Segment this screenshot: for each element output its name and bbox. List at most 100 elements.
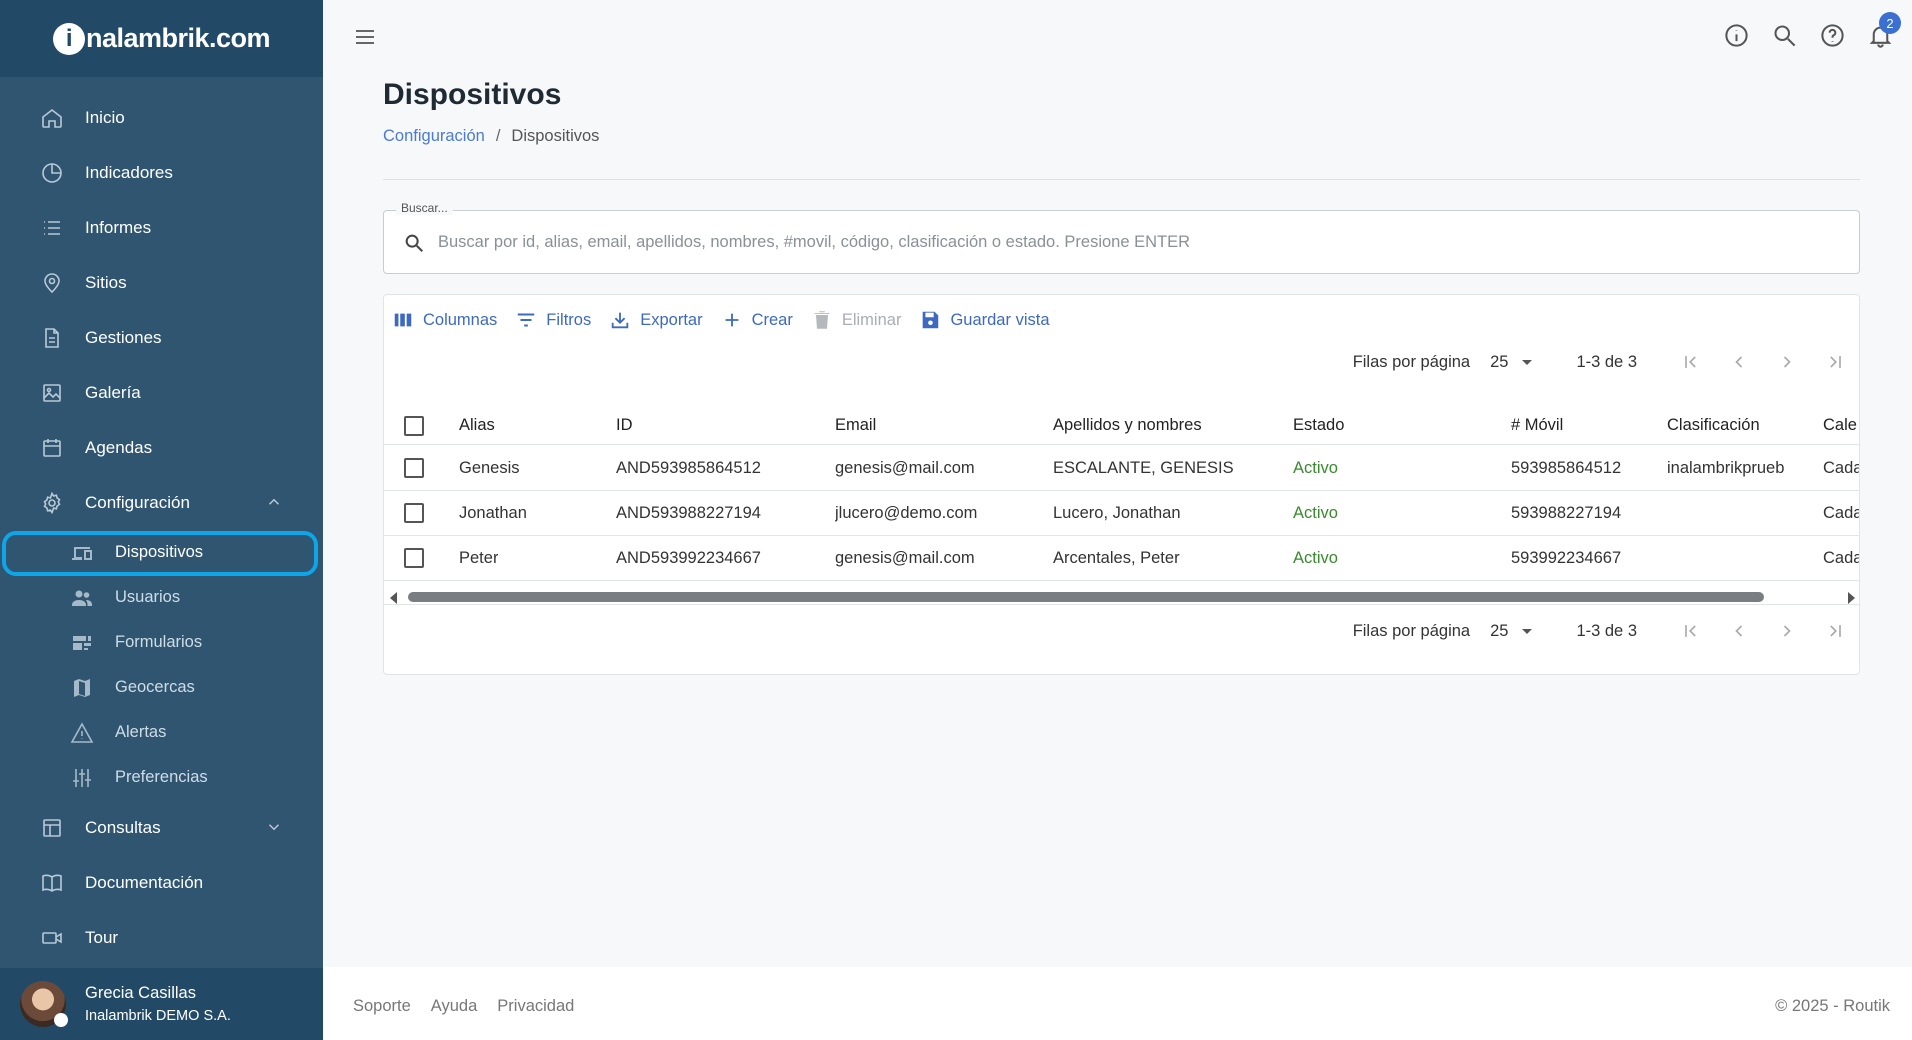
footer-link-privacidad[interactable]: Privacidad [497, 997, 574, 1016]
hamburger-menu-icon[interactable] [353, 25, 377, 49]
prev-page-icon[interactable] [1715, 347, 1763, 377]
column-header[interactable]: Estado [1293, 407, 1344, 444]
sidebar-item-label: Documentación [85, 872, 204, 892]
chevron-down-icon [265, 818, 283, 841]
sidebar-item-indicadores[interactable]: Indicadores [0, 145, 323, 200]
sidebar-item-label: Agendas [85, 437, 153, 457]
sidebar-item-inicio[interactable]: Inicio [0, 90, 323, 145]
divider [383, 179, 1860, 180]
cell-status: Activo [1293, 548, 1338, 567]
sidebar-item-galeria[interactable]: Galería [0, 365, 323, 420]
page-title: Dispositivos [383, 78, 562, 111]
table-row[interactable]: Genesis AND593985864512 genesis@mail.com… [384, 446, 1859, 491]
columns-button[interactable]: Columnas [392, 309, 497, 331]
sidebar-subitem-preferencias[interactable]: Preferencias [0, 755, 323, 800]
sidebar-item-tour[interactable]: Tour [0, 910, 323, 965]
sidebar-subitem-alertas[interactable]: Alertas [0, 710, 323, 755]
cell-alias: Peter [459, 548, 499, 567]
cell-classification: inalambrikprueb [1667, 458, 1785, 477]
breadcrumb: Configuración / Dispositivos [383, 127, 599, 146]
bell-icon[interactable]: 2 [1867, 12, 1901, 49]
column-header[interactable]: Clasificación [1667, 407, 1760, 444]
first-page-icon[interactable] [1667, 347, 1715, 377]
info-icon[interactable] [1723, 22, 1750, 49]
table-row[interactable]: Jonathan AND593988227194 jlucero@demo.co… [384, 491, 1859, 536]
footer-link-ayuda[interactable]: Ayuda [431, 997, 478, 1016]
sidebar-item-label: Inicio [85, 107, 125, 127]
last-page-icon[interactable] [1811, 616, 1859, 646]
cell-calendar: Cada [1823, 548, 1860, 567]
search-icon[interactable] [1771, 22, 1798, 49]
pie-chart-icon [40, 161, 64, 185]
columns-label: Columnas [423, 310, 498, 329]
cell-mobile: 593988227194 [1511, 503, 1622, 522]
cell-id: AND593992234667 [616, 548, 761, 567]
column-header[interactable]: Cale [1823, 407, 1859, 444]
sidebar-item-agendas[interactable]: Agendas [0, 420, 323, 475]
select-all-checkbox[interactable] [404, 415, 424, 436]
grid-toolbar: Columnas Filtros Exportar Crear Eliminar… [392, 309, 1068, 331]
column-header[interactable]: Apellidos y nombres [1053, 407, 1202, 444]
sidebar-item-label: Usuarios [115, 588, 181, 606]
user-profile[interactable]: Grecia Casillas Inalambrik DEMO S.A. [0, 968, 323, 1040]
sidebar-item-documentacion[interactable]: Documentación [0, 855, 323, 910]
sidebar-item-configuracion[interactable]: Configuración [0, 475, 323, 530]
search-icon [403, 232, 425, 254]
sidebar-item-label: Formularios [115, 633, 203, 651]
next-page-icon[interactable] [1763, 616, 1811, 646]
row-checkbox[interactable] [404, 503, 424, 523]
search-field[interactable]: Buscar... [383, 201, 1860, 274]
sidebar-item-consultas[interactable]: Consultas [0, 800, 323, 855]
table-row[interactable]: Peter AND593992234667 genesis@mail.com A… [384, 536, 1860, 581]
row-checkbox[interactable] [404, 458, 424, 478]
sidebar-item-label: Sitios [85, 272, 127, 292]
horizontal-scrollbar[interactable] [384, 589, 1859, 605]
save-view-button[interactable]: Guardar vista [919, 309, 1050, 331]
create-button[interactable]: Crear [721, 309, 793, 331]
breadcrumb-link-configuracion[interactable]: Configuración [383, 127, 485, 146]
column-header[interactable]: ID [616, 407, 633, 444]
first-page-icon[interactable] [1667, 616, 1715, 646]
delete-button[interactable]: Eliminar [811, 309, 901, 331]
scroll-left-arrow-icon[interactable] [390, 592, 397, 604]
topbar-actions: 2 [1723, 12, 1901, 49]
sidebar-subitem-dispositivos[interactable]: Dispositivos [0, 530, 323, 576]
sidebar-item-label: Geocercas [115, 678, 195, 696]
table-header: Alias ID Email Apellidos y nombres Estad… [384, 407, 1859, 445]
active-highlight [2, 531, 318, 576]
last-page-icon[interactable] [1811, 347, 1859, 377]
rows-per-page-select[interactable]: 25 [1490, 622, 1533, 641]
scroll-right-arrow-icon[interactable] [1848, 592, 1855, 604]
sliders-icon [70, 766, 94, 790]
sidebar-subitem-formularios[interactable]: Formularios [0, 620, 323, 665]
sidebar-subitem-geocercas[interactable]: Geocercas [0, 665, 323, 710]
help-icon[interactable] [1819, 22, 1846, 49]
cell-id: AND593988227194 [616, 503, 761, 522]
footer-link-soporte[interactable]: Soporte [353, 997, 411, 1016]
sidebar-item-label: Galería [85, 382, 141, 402]
warning-icon [70, 721, 94, 745]
filters-button[interactable]: Filtros [515, 309, 591, 331]
column-header[interactable]: Email [835, 407, 876, 444]
cell-email: genesis@mail.com [835, 548, 975, 567]
sidebar-item-label: Preferencias [115, 768, 208, 786]
columns-icon [394, 313, 412, 327]
prev-page-icon[interactable] [1715, 616, 1763, 646]
form-icon [70, 631, 94, 655]
search-input[interactable] [438, 227, 1838, 257]
scrollbar-thumb[interactable] [408, 592, 1764, 602]
footer-links: Soporte Ayuda Privacidad [353, 997, 574, 1016]
book-icon [40, 871, 64, 895]
sidebar-item-informes[interactable]: Informes [0, 200, 323, 255]
column-header[interactable]: # Móvil [1511, 407, 1563, 444]
cell-status: Activo [1293, 458, 1338, 477]
sidebar-subitem-usuarios[interactable]: Usuarios [0, 575, 323, 620]
sidebar-item-gestiones[interactable]: Gestiones [0, 310, 323, 365]
rows-per-page-select[interactable]: 25 [1490, 353, 1533, 372]
row-checkbox[interactable] [404, 548, 424, 568]
next-page-icon[interactable] [1763, 347, 1811, 377]
sidebar-item-sitios[interactable]: Sitios [0, 255, 323, 310]
column-header[interactable]: Alias [459, 407, 495, 444]
export-button[interactable]: Exportar [609, 309, 703, 331]
logo[interactable]: i nalambrik.com [52, 22, 271, 55]
